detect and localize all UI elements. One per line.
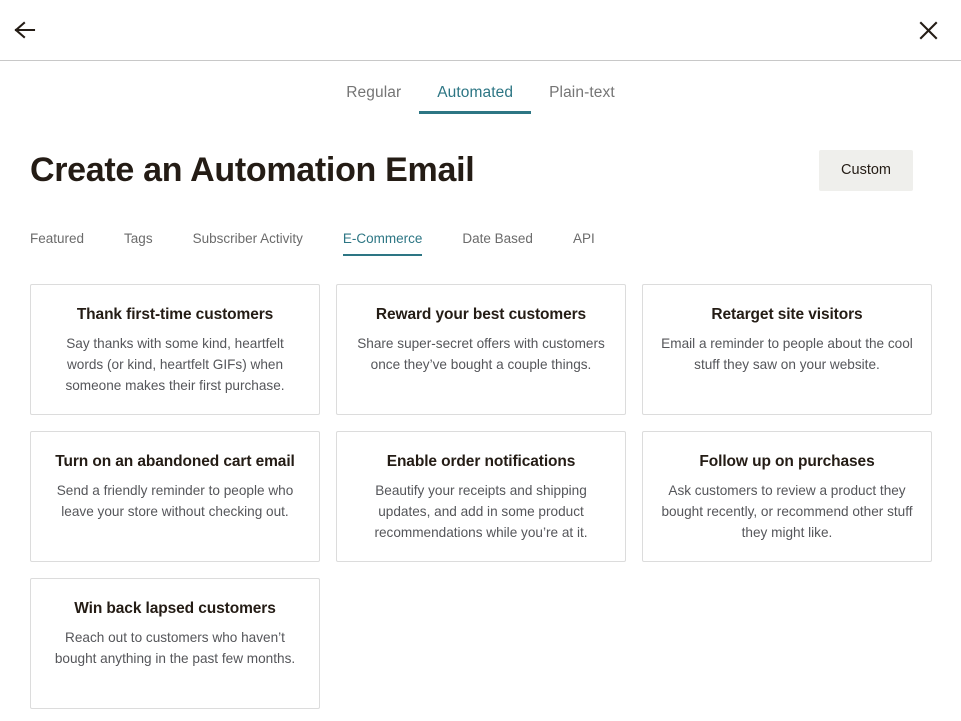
subtab-api[interactable]: API — [573, 231, 595, 256]
subtab-featured[interactable]: Featured — [30, 231, 84, 256]
automation-card[interactable]: Reward your best customers Share super-s… — [336, 284, 626, 415]
automation-card-grid: Thank first-time customers Say thanks wi… — [0, 284, 961, 709]
automation-card[interactable]: Follow up on purchases Ask customers to … — [642, 431, 932, 562]
secondary-tab-bar: Featured Tags Subscriber Activity E-Comm… — [0, 224, 961, 256]
card-description: Share super-secret offers with customers… — [351, 333, 611, 375]
tab-regular[interactable]: Regular — [328, 84, 419, 114]
card-title: Turn on an abandoned cart email — [45, 452, 305, 471]
arrow-left-icon — [14, 21, 36, 39]
card-description: Reach out to customers who haven’t bough… — [45, 627, 305, 669]
title-row: Create an Automation Email Custom — [0, 142, 961, 198]
tab-automated[interactable]: Automated — [419, 84, 531, 114]
card-description: Beautify your receipts and shipping upda… — [351, 480, 611, 543]
card-description: Send a friendly reminder to people who l… — [45, 480, 305, 522]
card-title: Thank first-time customers — [45, 305, 305, 324]
close-icon — [919, 21, 938, 40]
subtab-e-commerce[interactable]: E-Commerce — [343, 231, 423, 256]
automation-card[interactable]: Enable order notifications Beautify your… — [336, 431, 626, 562]
automation-card[interactable]: Thank first-time customers Say thanks wi… — [30, 284, 320, 415]
card-description: Say thanks with some kind, heartfelt wor… — [45, 333, 305, 396]
subtab-subscriber-activity[interactable]: Subscriber Activity — [193, 231, 303, 256]
subtab-date-based[interactable]: Date Based — [462, 231, 533, 256]
close-button[interactable] — [911, 13, 945, 47]
card-title: Follow up on purchases — [657, 452, 917, 471]
primary-tab-bar: Regular Automated Plain-text — [0, 61, 961, 114]
custom-button[interactable]: Custom — [819, 150, 913, 191]
automation-card[interactable]: Turn on an abandoned cart email Send a f… — [30, 431, 320, 562]
card-description: Email a reminder to people about the coo… — [657, 333, 917, 375]
top-bar — [0, 0, 961, 61]
page-title: Create an Automation Email — [30, 150, 474, 190]
card-description: Ask customers to review a product they b… — [657, 480, 917, 543]
subtab-tags[interactable]: Tags — [124, 231, 153, 256]
automation-card[interactable]: Win back lapsed customers Reach out to c… — [30, 578, 320, 709]
card-title: Enable order notifications — [351, 452, 611, 471]
tab-plain-text[interactable]: Plain-text — [531, 84, 633, 114]
back-button[interactable] — [8, 13, 42, 47]
card-title: Win back lapsed customers — [45, 599, 305, 618]
automation-card[interactable]: Retarget site visitors Email a reminder … — [642, 284, 932, 415]
card-title: Retarget site visitors — [657, 305, 917, 324]
card-title: Reward your best customers — [351, 305, 611, 324]
